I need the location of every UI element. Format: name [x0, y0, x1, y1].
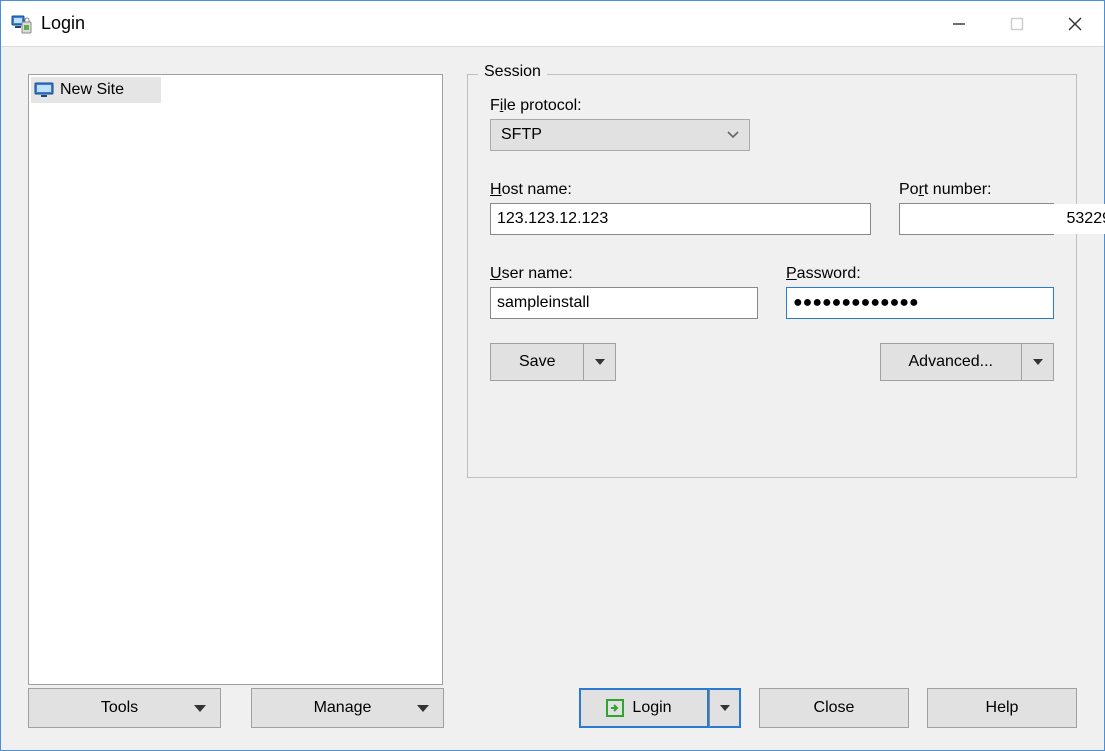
user-name-label: User name: [490, 265, 758, 283]
port-number-label: Port number: [899, 181, 1054, 199]
user-name-input[interactable] [490, 287, 758, 319]
login-icon [606, 699, 624, 717]
login-dropdown-button[interactable] [709, 688, 741, 728]
app-icon [11, 13, 33, 35]
site-item-new-site[interactable]: New Site [31, 77, 161, 103]
host-name-input[interactable] [490, 203, 871, 235]
advanced-button[interactable]: Advanced... [880, 343, 1023, 381]
help-button[interactable]: Help [927, 688, 1077, 728]
minimize-button[interactable] [930, 1, 988, 46]
tools-split-button[interactable]: Tools [28, 688, 221, 728]
file-protocol-label: File protocol: [490, 97, 1054, 115]
save-split-button[interactable]: Save [490, 343, 616, 381]
chevron-down-icon [727, 126, 739, 144]
session-legend: Session [478, 63, 547, 81]
manage-button[interactable]: Manage [251, 688, 444, 728]
manage-split-button[interactable]: Manage [251, 688, 444, 728]
client-area: New Site Session File protocol: SFTP [1, 47, 1104, 750]
triangle-down-icon [417, 705, 429, 712]
triangle-down-icon [194, 705, 206, 712]
login-button[interactable]: Login [579, 688, 709, 728]
advanced-dropdown-button[interactable] [1022, 343, 1054, 381]
monitor-icon [34, 82, 54, 98]
login-window: Login [0, 0, 1105, 751]
file-protocol-value: SFTP [501, 126, 542, 144]
triangle-down-icon [720, 705, 730, 711]
sites-list[interactable]: New Site [28, 74, 443, 685]
site-item-label: New Site [60, 81, 124, 99]
file-protocol-select[interactable]: SFTP [490, 119, 750, 151]
triangle-down-icon [1033, 359, 1043, 365]
host-name-label: Host name: [490, 181, 871, 199]
maximize-button [988, 1, 1046, 46]
port-number-input[interactable] [900, 204, 1105, 234]
save-button[interactable]: Save [490, 343, 584, 381]
save-dropdown-button[interactable] [584, 343, 616, 381]
port-number-stepper[interactable]: ▲ ▼ [899, 203, 1054, 235]
password-label: Password: [786, 265, 1054, 283]
close-button[interactable] [1046, 1, 1104, 46]
triangle-down-icon [595, 359, 605, 365]
session-group: Session File protocol: SFTP Host name: [467, 74, 1077, 478]
close-button-footer[interactable]: Close [759, 688, 909, 728]
titlebar: Login [1, 1, 1104, 47]
password-input[interactable] [786, 287, 1054, 319]
tools-button[interactable]: Tools [28, 688, 221, 728]
login-split-button[interactable]: Login [579, 688, 741, 728]
window-title: Login [41, 13, 85, 34]
advanced-split-button[interactable]: Advanced... [880, 343, 1055, 381]
